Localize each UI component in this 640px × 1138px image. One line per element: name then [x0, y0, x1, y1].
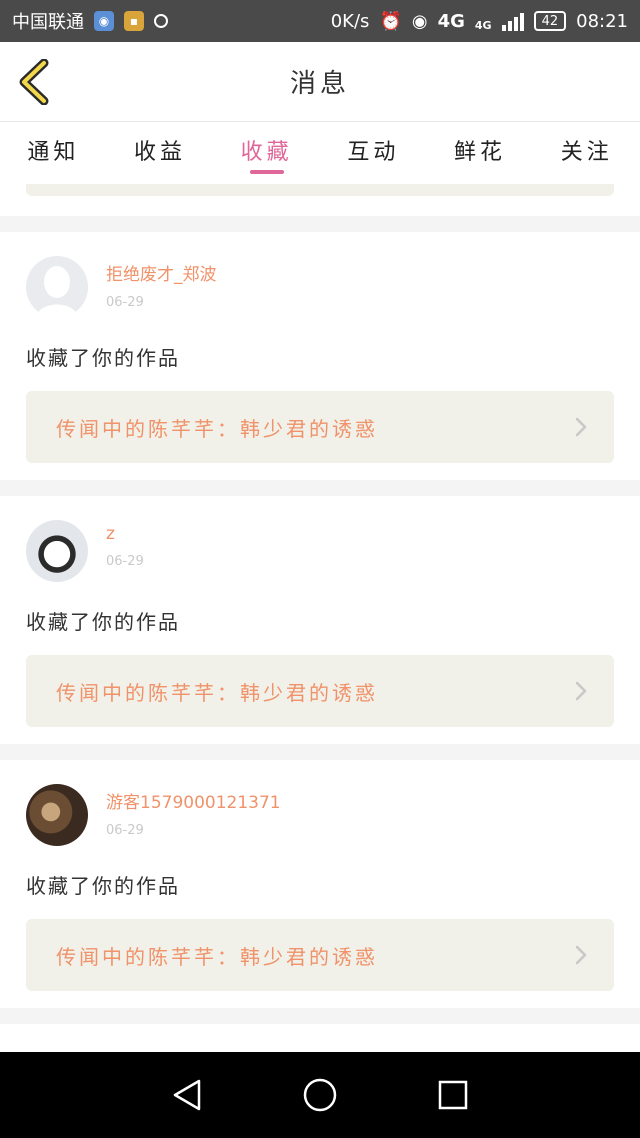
- square-recents-icon: [439, 1080, 468, 1110]
- username[interactable]: z: [106, 524, 144, 544]
- system-nav-bar: [0, 1052, 640, 1138]
- circle-home-icon: [303, 1078, 337, 1112]
- page-title: 消息: [289, 69, 350, 99]
- work-link[interactable]: 传闻中的陈芊芊：韩少君的诱惑: [26, 655, 614, 727]
- work-link[interactable]: 传闻中的陈芊芊：韩少君的诱惑: [26, 391, 614, 463]
- tab-interactions[interactable]: 互动: [320, 122, 427, 184]
- message-card-partial: [0, 1024, 640, 1052]
- carrier-name: 中国联通: [12, 12, 84, 33]
- network-type-small: 4G: [474, 18, 492, 32]
- triangle-back-icon: [173, 1079, 200, 1111]
- battery-level: 42: [541, 13, 559, 29]
- username[interactable]: 游客1579000121371: [106, 788, 281, 813]
- alarm-icon: ⏰: [379, 10, 402, 32]
- work-title: 传闻中的陈芊芊：韩少君的诱惑: [56, 416, 378, 441]
- chevron-right-icon: [575, 417, 587, 437]
- network-type: 4G: [437, 10, 465, 32]
- divider: [0, 744, 640, 760]
- work-title: 传闻中的陈芊芊：韩少君的诱惑: [56, 680, 378, 705]
- eye-icon: ◉: [411, 10, 428, 32]
- message-date: 06-29: [106, 823, 144, 838]
- chevron-right-icon: [575, 945, 587, 965]
- work-link[interactable]: 传闻中的陈芊芊：韩少君的诱惑: [26, 919, 614, 991]
- avatar[interactable]: [26, 520, 88, 582]
- message-date: 06-29: [106, 554, 144, 569]
- tab-favorites[interactable]: 收藏: [213, 122, 320, 184]
- avatar[interactable]: [26, 256, 88, 318]
- nav-back-button[interactable]: [157, 1065, 217, 1125]
- divider: [0, 1008, 640, 1024]
- back-button[interactable]: [14, 56, 54, 108]
- location-app-icon: ◉: [94, 11, 114, 31]
- divider: [0, 216, 640, 232]
- message-card: 游客1579000121371 06-29 收藏了你的作品 传闻中的陈芊芊：韩少…: [0, 760, 640, 1008]
- default-avatar-icon: [36, 266, 78, 318]
- work-title: 传闻中的陈芊芊：韩少君的诱惑: [56, 944, 378, 969]
- tab-flowers[interactable]: 鲜花: [427, 122, 534, 184]
- message-date: 06-29: [106, 295, 144, 310]
- nav-home-button[interactable]: [290, 1065, 350, 1125]
- notification-icon: [154, 14, 168, 28]
- tab-notifications[interactable]: 通知: [0, 122, 107, 184]
- tab-following[interactable]: 关注: [533, 122, 640, 184]
- signal-icon: [501, 11, 524, 31]
- message-card: z 06-29 收藏了你的作品 传闻中的陈芊芊：韩少君的诱惑: [0, 496, 640, 744]
- battery-icon: 42: [533, 11, 567, 31]
- username[interactable]: 拒绝废才_郑波: [106, 260, 217, 285]
- header: 消息: [0, 42, 640, 122]
- action-text: 收藏了你的作品: [26, 346, 180, 370]
- avatar[interactable]: [26, 784, 88, 846]
- status-bar: 中国联通 ◉ ▪ 0K/s ⏰ ◉ 4G 4G 42 08:21: [0, 0, 640, 42]
- tab-bar: 通知 收益 收藏 互动 鲜花 关注: [0, 122, 640, 184]
- divider: [0, 480, 640, 496]
- action-text: 收藏了你的作品: [26, 610, 180, 634]
- tab-earnings[interactable]: 收益: [107, 122, 214, 184]
- message-card-partial: [0, 184, 640, 216]
- lock-app-icon: ▪: [124, 11, 144, 31]
- nav-recents-button[interactable]: [423, 1065, 483, 1125]
- chevron-right-icon: [575, 681, 587, 701]
- network-speed: 0K/s: [330, 10, 370, 32]
- message-card: 拒绝废才_郑波 06-29 收藏了你的作品 传闻中的陈芊芊：韩少君的诱惑: [0, 232, 640, 480]
- message-list[interactable]: 拒绝废才_郑波 06-29 收藏了你的作品 传闻中的陈芊芊：韩少君的诱惑 z 0…: [0, 184, 640, 1052]
- clock: 08:21: [576, 10, 628, 32]
- action-text: 收藏了你的作品: [26, 874, 180, 898]
- chevron-left-icon: [19, 59, 49, 105]
